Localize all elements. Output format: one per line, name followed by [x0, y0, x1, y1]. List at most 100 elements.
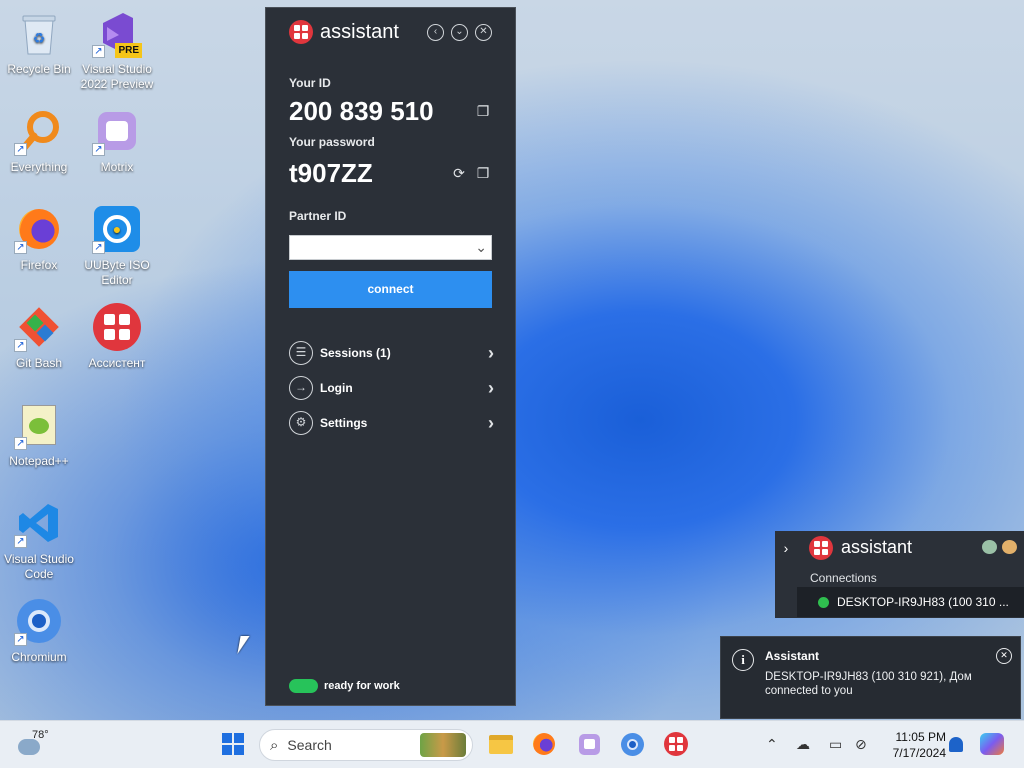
brand-name: assistant [320, 20, 399, 43]
desktop-icon-label: Git Bash [15, 356, 63, 370]
assistant-main-window: assistant ‹ ⌄ ✕ Your ID 200 839 510 ❐ Yo… [265, 7, 516, 706]
desktop-icon-label: Motrix [100, 160, 134, 174]
assistant-logo-icon [664, 732, 688, 756]
connection-name: DESKTOP-IR9JH83 (100 310 ... [837, 595, 1009, 609]
chevron-down-icon[interactable]: ⌄ [475, 239, 487, 256]
your-id-value: 200 839 510 [289, 96, 434, 126]
connection-row[interactable]: DESKTOP-IR9JH83 (100 310 ... [797, 587, 1024, 617]
toast-title: Assistant [765, 649, 820, 663]
desktop-icon-label: Everything [10, 160, 68, 174]
search-placeholder: Search [287, 737, 332, 753]
taskbar: 78° ⌕ Search ⌃ ☁ ▭ ⊘ 11:05 PM 7/17/2024 [0, 720, 1024, 768]
chevron-up-icon[interactable]: ⌃ [766, 736, 778, 753]
desktop-icon-visual-studio-preview[interactable]: ↗ PRE Visual Studio 2022 Preview [78, 8, 156, 92]
shortcut-arrow-icon: ↗ [14, 143, 27, 156]
search-icon: ⌕ [270, 736, 279, 754]
assistant-icon[interactable] [663, 731, 689, 757]
firefox-icon[interactable] [531, 731, 557, 757]
connections-flyout: › assistant Connections DESKTOP-IR9JH83 … [775, 531, 1024, 618]
assistant-brand: assistant [289, 20, 399, 44]
status-pill [289, 679, 318, 693]
password-label: Your password [289, 135, 375, 149]
chromium-icon[interactable] [619, 731, 645, 757]
refresh-password-icon[interactable]: ⟳ [451, 165, 467, 181]
file-explorer-icon[interactable] [488, 731, 514, 757]
visual-studio-icon: ↗ PRE [92, 8, 142, 58]
desktop-icon-label: Notepad++ [9, 454, 69, 468]
desktop-icon-assistant[interactable]: Ассистент [78, 302, 156, 371]
desktop-icon-label: Recycle Bin [7, 62, 71, 76]
desktop-icon-uubyte-iso-editor[interactable]: ● ↗ UUByte ISO Editor [78, 204, 156, 288]
palette-icon[interactable] [1002, 540, 1017, 554]
clock-time: 11:05 PM [895, 730, 946, 744]
close-icon[interactable]: ✕ [996, 648, 1012, 664]
menu-item-settings[interactable]: ⚙ Settings › [289, 410, 494, 436]
recycle-bin-icon: ♻ [14, 8, 64, 58]
desktop-icon-everything[interactable]: ↗ Everything [0, 106, 78, 175]
desktop-icon-chromium[interactable]: ↗ Chromium [0, 596, 78, 665]
connect-button[interactable]: connect [289, 271, 492, 308]
flyout-brand: assistant [841, 537, 913, 557]
password-value: t907ZZ [289, 158, 373, 188]
shortcut-arrow-icon: ↗ [92, 143, 105, 156]
close-icon[interactable]: ✕ [475, 24, 492, 41]
menu-item-label: Login [320, 381, 353, 395]
chevron-right-icon[interactable]: › [775, 540, 797, 556]
svg-text:♻: ♻ [33, 30, 46, 46]
shortcut-arrow-icon: ↗ [14, 535, 27, 548]
chat-icon[interactable] [982, 540, 997, 554]
everything-search-icon: ↗ [14, 106, 64, 156]
shortcut-arrow-icon: ↗ [92, 241, 105, 254]
copy-password-icon[interactable]: ❐ [475, 165, 491, 181]
system-clock[interactable]: 11:05 PM 7/17/2024 [880, 729, 946, 761]
search-highlight-image [420, 733, 466, 757]
desktop-icon-motrix[interactable]: ↗ Motrix [78, 106, 156, 175]
partner-id-label: Partner ID [289, 209, 347, 223]
notification-bell-icon[interactable] [949, 737, 963, 752]
back-icon[interactable]: ‹ [427, 24, 444, 41]
desktop-icon-vscode[interactable]: ↗ Visual Studio Code [0, 498, 78, 582]
assistant-logo-icon [809, 535, 833, 560]
desktop-icon-notepad-plus-plus[interactable]: ↗ Notepad++ [0, 400, 78, 469]
windows-start-icon[interactable] [220, 731, 246, 757]
display-icon[interactable]: ▭ [829, 736, 842, 753]
weather-temp: 78° [32, 729, 49, 741]
desktop-icon-label: Visual Studio Code [4, 552, 74, 581]
shortcut-arrow-icon: ↗ [14, 633, 27, 646]
desktop-icon-firefox[interactable]: ↗ Firefox [0, 204, 78, 273]
notification-toast[interactable]: i Assistant DESKTOP-IR9JH83 (100 310 921… [720, 636, 1021, 719]
shortcut-arrow-icon: ↗ [14, 339, 27, 352]
onedrive-offline-icon[interactable]: ☁ [796, 736, 810, 753]
desktop-icon-recycle-bin[interactable]: ♻ Recycle Bin [0, 8, 78, 77]
motrix-icon[interactable] [576, 731, 602, 757]
your-id-label: Your ID [289, 76, 331, 90]
gears-icon: ⚙ [289, 411, 313, 435]
menu-item-label: Sessions (1) [320, 346, 391, 360]
notepad-plus-plus-icon: ↗ [14, 400, 64, 450]
motrix-icon: ↗ [92, 106, 142, 156]
menu-item-login[interactable]: → Login › [289, 375, 494, 401]
chevron-right-icon: › [488, 377, 494, 398]
status-text: ready for work [324, 680, 400, 692]
network-icon[interactable]: ⊘ [855, 736, 867, 753]
menu-item-sessions[interactable]: ☰ Sessions (1) › [289, 340, 494, 366]
shortcut-arrow-icon: ↗ [14, 241, 27, 254]
copy-id-icon[interactable]: ❐ [475, 103, 491, 119]
assistant-logo-icon [289, 20, 313, 44]
mouse-cursor-icon [237, 636, 250, 654]
weather-widget[interactable]: 78° [18, 729, 62, 761]
connections-title: Connections [810, 571, 877, 585]
taskbar-search[interactable]: ⌕ Search [259, 729, 473, 761]
status-indicator: ready for work [289, 679, 400, 693]
minimize-icon[interactable]: ⌄ [451, 24, 468, 41]
copilot-icon[interactable] [979, 731, 1005, 757]
clock-date: 7/17/2024 [892, 746, 946, 760]
desktop-icon-git-bash[interactable]: ↗ Git Bash [0, 302, 78, 371]
shortcut-arrow-icon: ↗ [92, 45, 105, 58]
list-icon: ☰ [289, 341, 313, 365]
online-status-dot [818, 596, 829, 608]
partner-id-input[interactable]: ⌄ [289, 235, 492, 260]
menu-item-label: Settings [320, 416, 368, 430]
desktop-icon-label: UUByte ISO Editor [84, 258, 150, 287]
firefox-icon: ↗ [14, 204, 64, 254]
